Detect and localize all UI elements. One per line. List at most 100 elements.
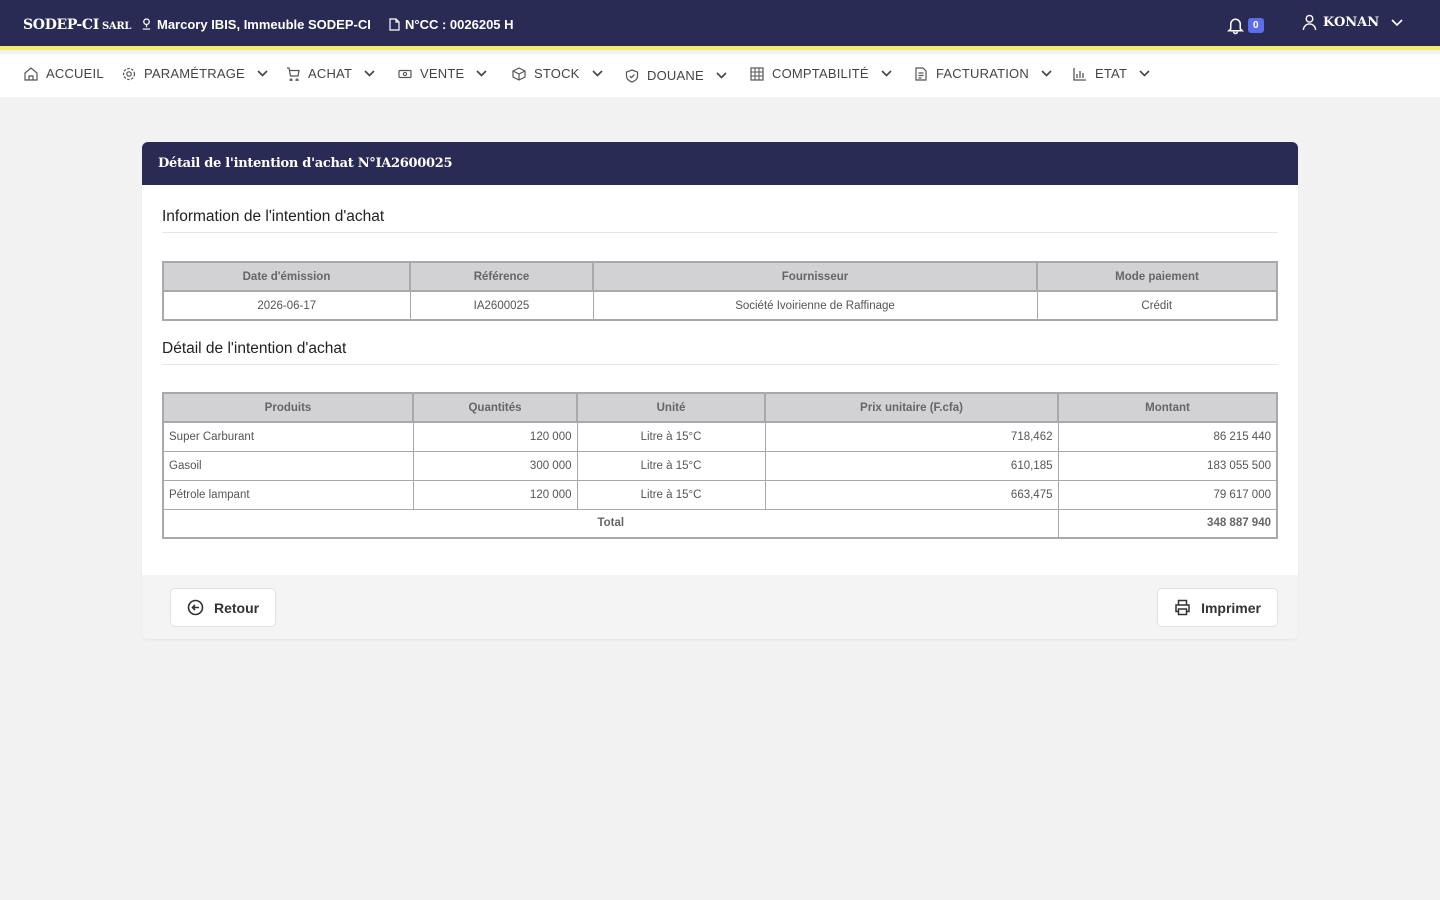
chevron-down-icon [591, 70, 603, 77]
nav-item-parametrage[interactable]: PARAMÉTRAGE [122, 66, 268, 81]
nav-item-douane[interactable]: DOUANE [625, 68, 727, 83]
notifications-badge: 0 [1248, 17, 1264, 33]
notifications-button[interactable]: 0 [1226, 15, 1264, 35]
table-header: Unité [576, 392, 766, 423]
back-arrow-icon [187, 599, 204, 616]
nav-item-label: ACCUEIL [46, 66, 104, 81]
table-cell: Litre à 15°C [576, 450, 766, 481]
nav-item-label: COMPTABILITÉ [772, 66, 869, 81]
user-name: KONAN [1323, 15, 1380, 30]
nav-item-achat[interactable]: ACHAT [286, 66, 375, 81]
table-row: Gasoil 300 000 Litre à 15°C 610,185 183 … [162, 450, 1278, 481]
chevron-down-icon [1391, 18, 1403, 26]
back-button-label: Retour [214, 599, 260, 616]
address-text: Marcory IBIS, Immeuble SODEP-CI [157, 17, 371, 32]
total-label: Total [162, 508, 1059, 539]
nav-item-comptabilite[interactable]: COMPTABILITÉ [750, 66, 892, 81]
total-value: 348 887 940 [1057, 508, 1278, 539]
back-button[interactable]: Retour [170, 588, 277, 627]
chevron-down-icon [1041, 70, 1052, 77]
table-row: Super Carburant 120 000 Litre à 15°C 718… [162, 421, 1278, 452]
gear-icon [122, 67, 136, 80]
bell-icon [1227, 18, 1244, 35]
chart-icon [1073, 67, 1086, 81]
brand-suffix: SARL [101, 21, 132, 32]
table-cell: Société Ivoirienne de Raffinage [592, 290, 1038, 321]
table-row: Pétrole lampant 120 000 Litre à 15°C 663… [162, 479, 1278, 510]
table-cell: 2026-06-17 [162, 290, 411, 321]
info-section-title: Information de l'intention d'achat [162, 208, 1278, 233]
table-header: Montant [1057, 392, 1278, 423]
table-cell: 120 000 [412, 479, 578, 510]
top-bar: SODEP-CI SARL Marcory IBIS, Immeuble SODE… [0, 0, 1440, 50]
table-cell: 86 215 440 [1057, 421, 1278, 452]
detail-section-title: Détail de l'intention d'achat [162, 340, 1278, 365]
nav-item-label: ETAT [1095, 66, 1128, 81]
card-footer: Retour Imprimer [142, 575, 1298, 639]
chevron-down-icon [364, 70, 375, 77]
table-header: Référence [409, 261, 594, 292]
detail-table: Produits Quantités Unité Prix unitaire (… [162, 392, 1278, 539]
table-header-row: Produits Quantités Unité Prix unitaire (… [162, 392, 1278, 423]
table-header: Quantités [412, 392, 578, 423]
nav-item-accueil[interactable]: ACCUEIL [24, 66, 104, 81]
brand-logo[interactable]: SODEP-CI SARL [23, 17, 131, 33]
table-cell: IA2600025 [409, 290, 594, 321]
invoice-icon [915, 66, 927, 81]
table-cell: 183 055 500 [1057, 450, 1278, 481]
table-cell: Pétrole lampant [162, 479, 414, 510]
table-cell: 610,185 [764, 450, 1059, 481]
chevron-down-icon [257, 70, 268, 77]
location-icon [142, 18, 151, 30]
table-header: Mode paiement [1036, 261, 1278, 292]
table-cell: 120 000 [412, 421, 578, 452]
nav-item-label: VENTE [420, 66, 465, 81]
money-icon [398, 69, 412, 78]
shield-icon [625, 68, 639, 83]
table-cell: Super Carburant [162, 421, 414, 452]
chevron-down-icon [716, 72, 727, 79]
table-cell: Litre à 15°C [576, 479, 766, 510]
purchase-intent-detail-card: Détail de l'intention d'achat N°IA260002… [142, 142, 1298, 639]
company-ncc: N°CC : 0026205 H [389, 17, 514, 32]
info-table: Date d'émission Référence Fournisseur Mo… [162, 261, 1278, 321]
nav-item-label: DOUANE [647, 68, 704, 83]
table-header: Prix unitaire (F.cfa) [764, 392, 1059, 423]
nav-item-etat[interactable]: ETAT [1073, 66, 1150, 81]
nav-item-vente[interactable]: VENTE [398, 66, 487, 81]
nav-item-label: ACHAT [308, 66, 353, 81]
chevron-down-icon [476, 70, 487, 77]
table-row: 2026-06-17 IA2600025 Société Ivoirienne … [162, 290, 1278, 321]
table-cell: 79 617 000 [1057, 479, 1278, 510]
nav-item-facturation[interactable]: FACTURATION [914, 66, 1052, 81]
table-cell: 663,475 [764, 479, 1059, 510]
table-cell: 300 000 [412, 450, 578, 481]
nav-item-label: PARAMÉTRAGE [144, 66, 245, 81]
nav-item-stock[interactable]: STOCK [512, 66, 603, 81]
company-address: Marcory IBIS, Immeuble SODEP-CI [141, 17, 371, 32]
card-title: Détail de l'intention d'achat N°IA260002… [142, 142, 1298, 185]
print-button[interactable]: Imprimer [1157, 588, 1278, 627]
main-nav: ACCUEIL PARAMÉTRAGE ACHAT VENTE STOCK DO… [0, 54, 1440, 97]
table-cell: 718,462 [764, 421, 1059, 452]
chevron-down-icon [881, 70, 892, 77]
total-row: Total 348 887 940 [162, 508, 1278, 539]
chevron-down-icon [1139, 70, 1150, 77]
user-menu[interactable]: KONAN [1302, 14, 1403, 31]
user-icon [1302, 14, 1317, 31]
box-icon [512, 66, 526, 81]
table-header: Fournisseur [592, 261, 1038, 292]
print-button-label: Imprimer [1201, 599, 1261, 616]
table-cell: Crédit [1036, 290, 1278, 321]
ncc-text: N°CC : 0026205 H [405, 17, 514, 32]
table-header: Date d'émission [162, 261, 411, 292]
nav-item-label: FACTURATION [936, 66, 1029, 81]
table-cell: Litre à 15°C [576, 421, 766, 452]
grid-icon [750, 66, 764, 81]
table-header-row: Date d'émission Référence Fournisseur Mo… [162, 261, 1278, 292]
document-icon [389, 18, 400, 31]
table-cell: Gasoil [162, 450, 414, 481]
cart-icon [287, 66, 300, 81]
table-header: Produits [162, 392, 414, 423]
nav-item-label: STOCK [534, 66, 580, 81]
